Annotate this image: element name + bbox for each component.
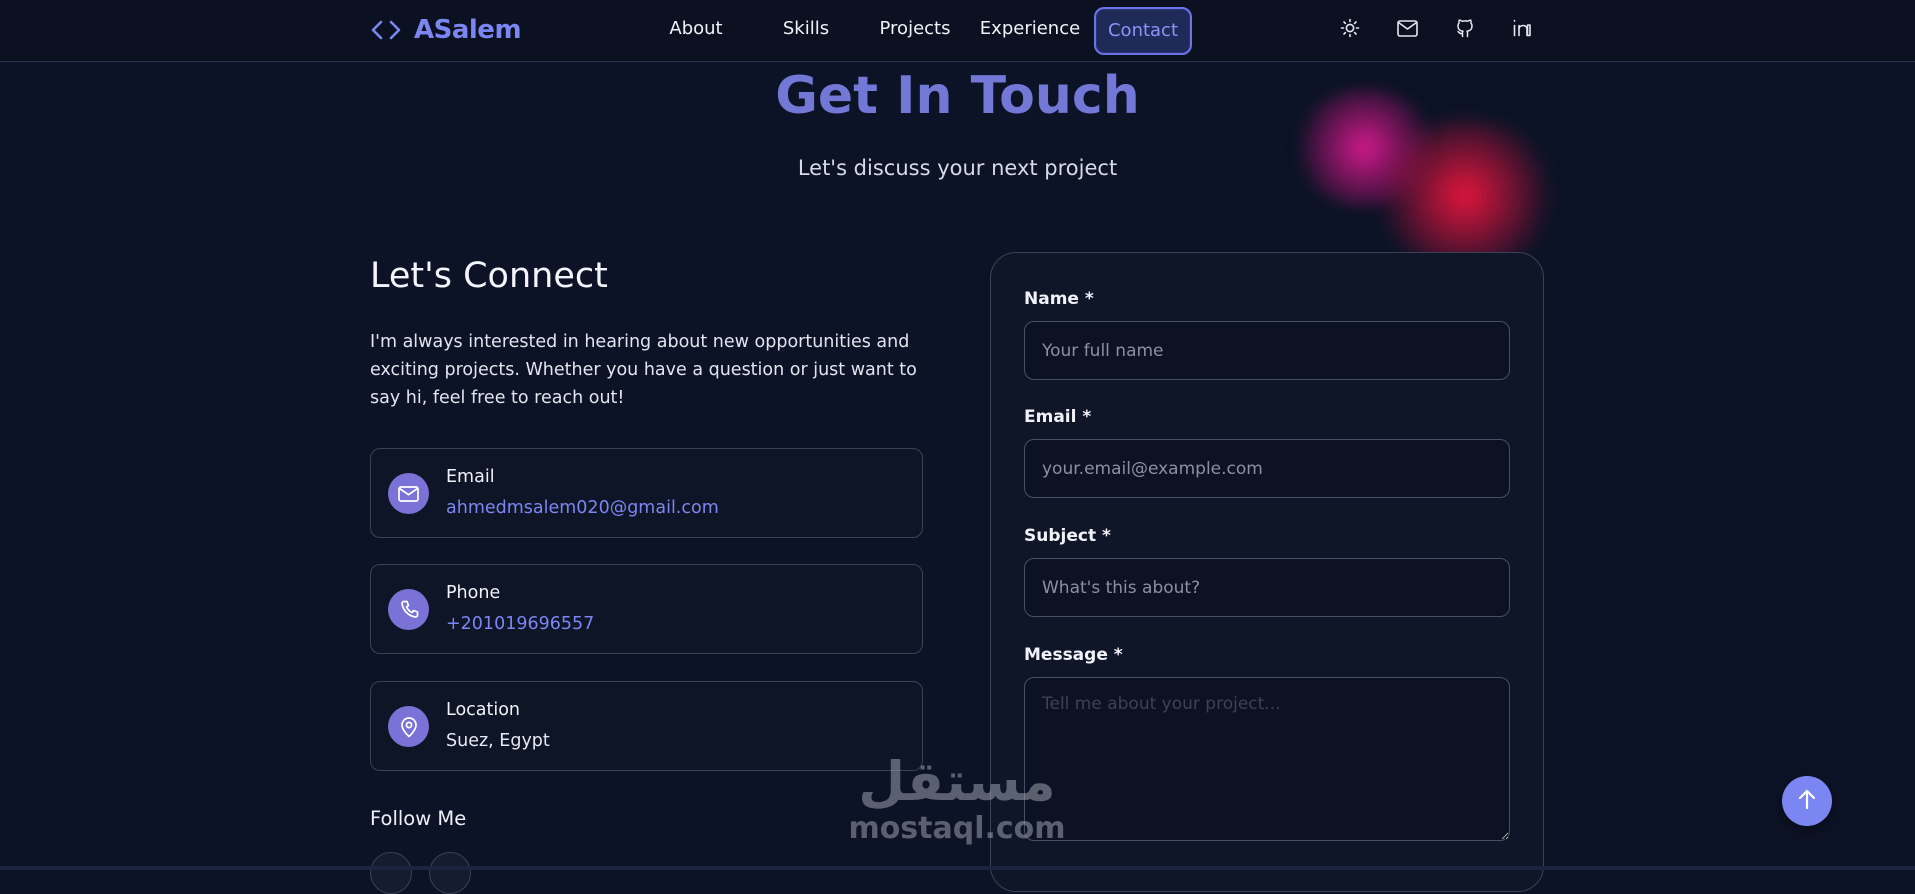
follow-heading: Follow Me — [370, 807, 467, 830]
arrow-up-icon — [1797, 788, 1817, 814]
message-field[interactable] — [1024, 677, 1510, 841]
subject-field[interactable] — [1024, 558, 1510, 617]
social-github-button[interactable] — [370, 852, 412, 894]
decorative-glow-red — [1370, 120, 1560, 270]
location-pin-icon — [388, 706, 429, 747]
watermark-latin: mostaql.com — [848, 811, 1066, 846]
phone-link[interactable]: +201019696557 — [446, 614, 594, 634]
mail-icon — [388, 473, 429, 514]
sun-icon[interactable] — [1338, 16, 1362, 40]
github-icon[interactable] — [1453, 16, 1477, 40]
connect-heading: Let's Connect — [370, 256, 608, 296]
scroll-to-top-button[interactable] — [1782, 776, 1832, 826]
contact-card-location: Location Suez, Egypt — [370, 681, 923, 771]
name-label: Name * — [1024, 289, 1094, 309]
contact-card-email[interactable]: Email ahmedmsalem020@gmail.com — [370, 448, 923, 538]
contact-label: Email — [446, 467, 495, 487]
top-navbar: ASalem About Skills Projects Experience … — [0, 0, 1915, 62]
mostaql-watermark: مستقل mostaql.com — [842, 752, 1072, 852]
watermark-arabic: مستقل — [858, 750, 1056, 813]
page-title: Get In Touch — [775, 66, 1140, 126]
email-field[interactable] — [1024, 439, 1510, 498]
email-label: Email * — [1024, 407, 1092, 427]
nav-link-experience[interactable]: Experience — [976, 7, 1084, 55]
linkedin-icon[interactable] — [1510, 16, 1534, 40]
contact-label: Location — [446, 700, 521, 720]
connect-description: I'm always interested in hearing about n… — [370, 332, 917, 408]
contact-card-phone[interactable]: Phone +201019696557 — [370, 564, 923, 654]
phone-icon — [388, 589, 429, 630]
nav-links: About Skills Projects Experience Contact — [0, 7, 1915, 55]
nav-link-about[interactable]: About — [656, 7, 736, 55]
name-field[interactable] — [1024, 321, 1510, 380]
nav-link-projects[interactable]: Projects — [872, 7, 958, 55]
contact-label: Phone — [446, 583, 501, 603]
nav-link-contact[interactable]: Contact — [1094, 7, 1192, 55]
page-subtitle: Let's discuss your next project — [797, 156, 1118, 180]
email-link[interactable]: ahmedmsalem020@gmail.com — [446, 498, 719, 518]
page-bottom-edge — [0, 866, 1915, 870]
subject-label: Subject * — [1024, 526, 1111, 546]
message-label: Message * — [1024, 645, 1123, 665]
mail-icon[interactable] — [1395, 16, 1419, 40]
nav-link-skills[interactable]: Skills — [766, 7, 846, 55]
social-linkedin-button[interactable] — [429, 852, 471, 894]
location-value: Suez, Egypt — [446, 731, 550, 751]
